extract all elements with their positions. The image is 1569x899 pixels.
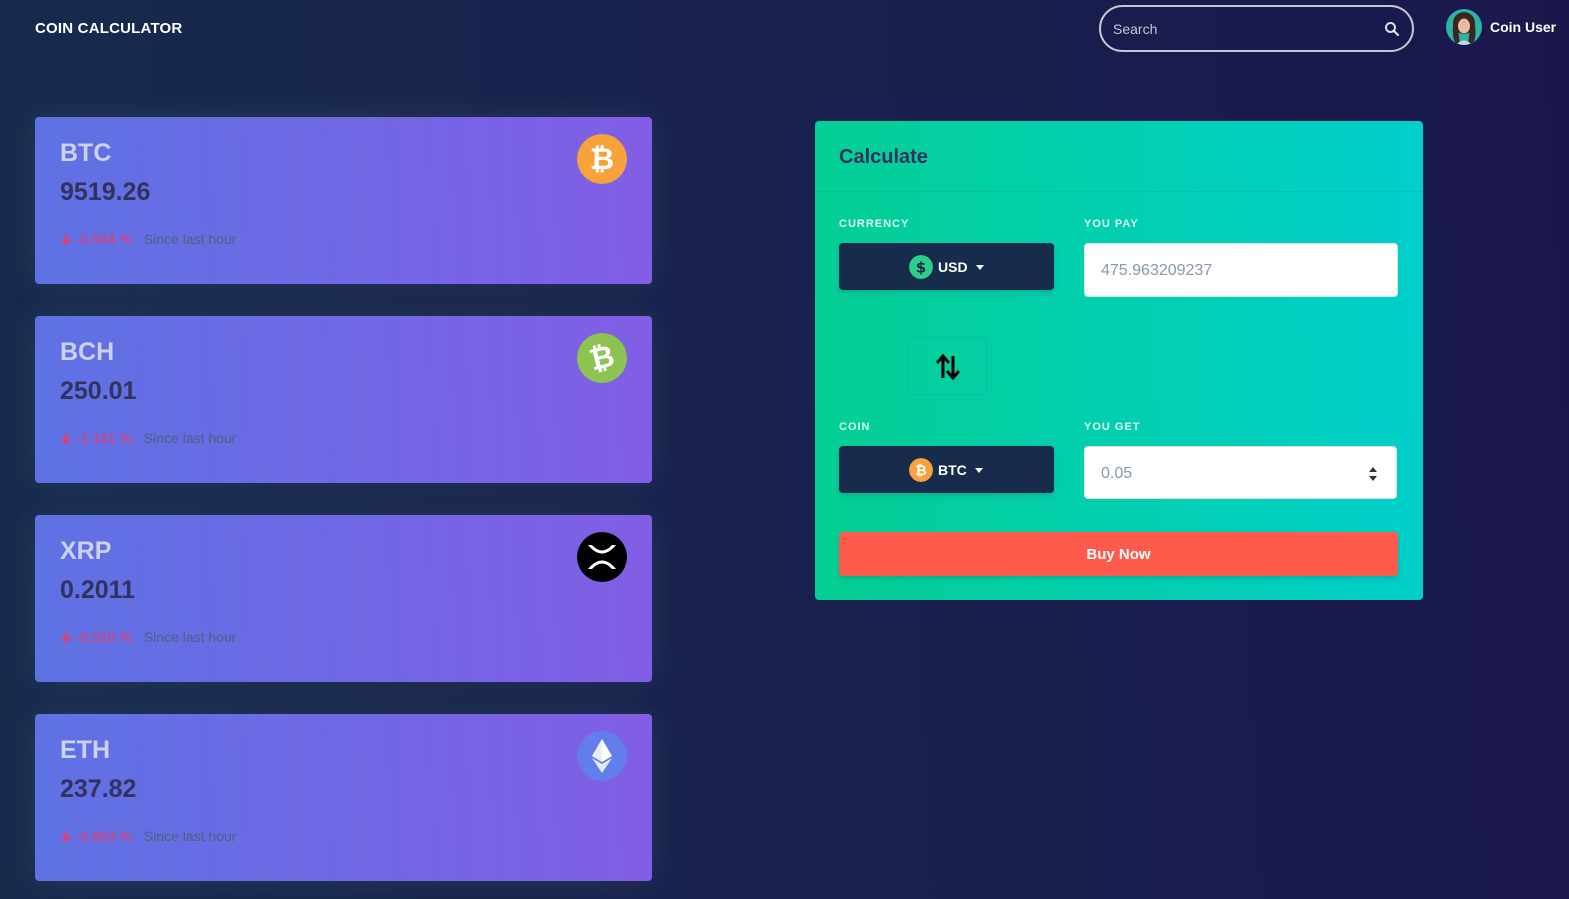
search-box[interactable] <box>1099 5 1414 52</box>
avatar[interactable] <box>1446 9 1482 45</box>
coin-price: 237.82 <box>60 775 137 803</box>
change-period: Since last hour <box>143 231 237 247</box>
you-pay-field[interactable] <box>1084 243 1398 297</box>
you-pay-input[interactable] <box>1101 259 1361 283</box>
buy-now-button[interactable]: Buy Now <box>839 532 1398 576</box>
calculator-title: Calculate <box>839 146 928 168</box>
bitcoin-icon: ₿ <box>577 134 627 184</box>
navbar: COIN CALCULATOR Coin User <box>0 0 1569 58</box>
brand-title[interactable]: COIN CALCULATOR <box>35 20 182 37</box>
coin-card-xrp[interactable]: XRP 0.2011 -0.518 % Since last hour <box>35 515 652 682</box>
arrow-down-icon <box>61 831 71 842</box>
coin-label: COIN <box>839 421 871 433</box>
change-percent: -1.141 % <box>75 430 132 446</box>
change-percent: -0.803 % <box>75 828 132 844</box>
svg-text:₿: ₿ <box>590 142 614 177</box>
coin-card-bch[interactable]: BCH 250.01 -1.141 % Since last hour ₿ <box>35 316 652 483</box>
ethereum-icon <box>577 731 627 781</box>
coin-value: BTC <box>938 462 967 478</box>
price-change: -1.141 % Since last hour <box>60 430 236 446</box>
calculator-panel: Calculate CURRENCY $ USD YOU PAY COIN ₿ … <box>815 121 1423 600</box>
svg-text:$: $ <box>916 259 926 277</box>
change-percent: -0.518 % <box>75 629 132 645</box>
dollar-icon: $ <box>909 255 933 279</box>
price-change: -0.803 % Since last hour <box>60 828 236 844</box>
you-pay-label: YOU PAY <box>1084 218 1139 230</box>
coin-price: 0.2011 <box>60 576 136 604</box>
coin-card-eth[interactable]: ETH 237.82 -0.803 % Since last hour <box>35 714 652 881</box>
search-icon[interactable] <box>1384 21 1400 37</box>
coin-symbol: ETH <box>60 736 110 764</box>
currency-dropdown[interactable]: $ USD <box>839 243 1054 290</box>
coin-dropdown[interactable]: ₿ BTC <box>839 446 1054 493</box>
user-name[interactable]: Coin User <box>1490 19 1556 35</box>
coin-symbol: XRP <box>60 537 112 565</box>
xrp-icon <box>577 532 627 582</box>
price-change: -0.518 % Since last hour <box>60 629 236 645</box>
bitcoin-cash-icon: ₿ <box>577 333 627 383</box>
chevron-down-icon <box>975 264 984 270</box>
you-get-field[interactable] <box>1084 446 1397 499</box>
swap-arrows-icon[interactable] <box>934 352 962 382</box>
change-period: Since last hour <box>143 430 237 446</box>
arrow-down-icon <box>61 234 71 245</box>
currency-label: CURRENCY <box>839 218 910 230</box>
svg-text:₿: ₿ <box>915 463 926 479</box>
change-period: Since last hour <box>143 828 237 844</box>
coin-symbol: BTC <box>60 139 112 167</box>
bitcoin-icon: ₿ <box>909 458 933 482</box>
coin-price: 9519.26 <box>60 178 151 206</box>
swap-button[interactable] <box>908 337 987 395</box>
arrow-down-icon <box>61 632 71 643</box>
currency-value: USD <box>938 259 968 275</box>
change-period: Since last hour <box>143 629 237 645</box>
search-input[interactable] <box>1113 17 1373 41</box>
calculator-header: Calculate <box>815 121 1423 192</box>
you-get-input[interactable] <box>1101 462 1361 486</box>
chevron-down-icon <box>974 467 983 473</box>
coin-price: 250.01 <box>60 377 137 405</box>
number-stepper-icon[interactable] <box>1368 465 1378 483</box>
coin-card-btc[interactable]: BTC 9519.26 -0.544 % Since last hour ₿ <box>35 117 652 284</box>
arrow-down-icon <box>61 433 71 444</box>
change-percent: -0.544 % <box>75 231 132 247</box>
price-change: -0.544 % Since last hour <box>60 231 236 247</box>
coin-symbol: BCH <box>60 338 115 366</box>
you-get-label: YOU GET <box>1084 421 1141 433</box>
